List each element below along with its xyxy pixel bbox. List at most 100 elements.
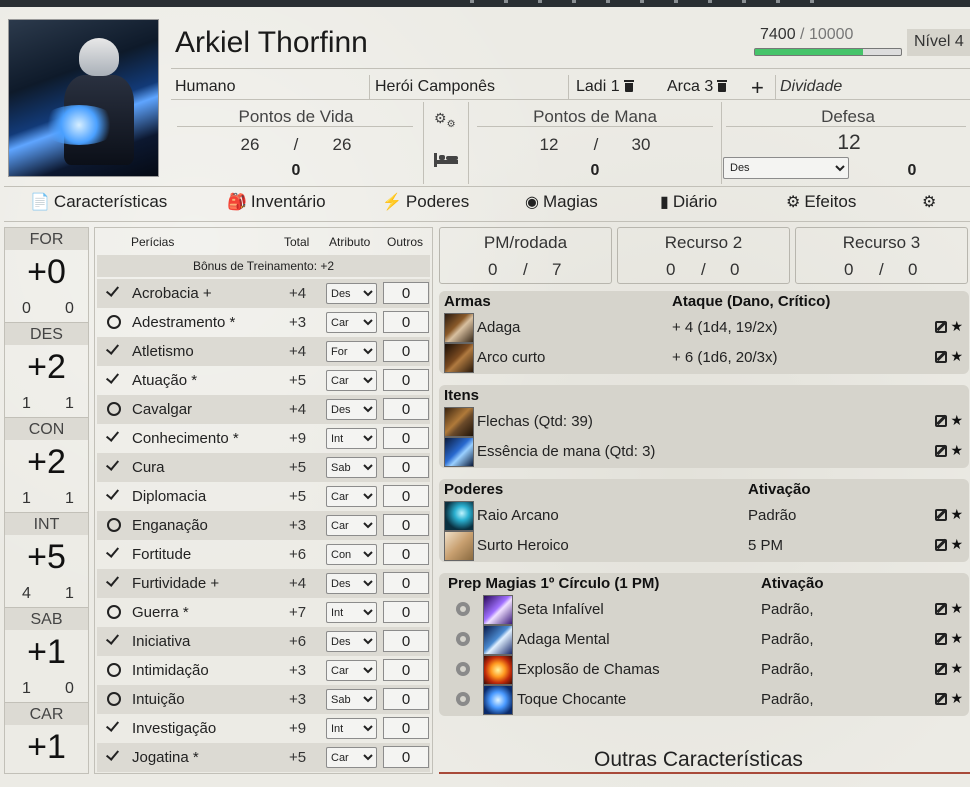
skill-other-input[interactable]: 0 <box>383 369 429 391</box>
attribute-bonus[interactable]: 1 <box>65 490 74 508</box>
power-row[interactable]: Raio Arcano Padrão ★ <box>443 501 965 531</box>
skill-row[interactable]: Atuação * +5 Car 0 <box>97 366 430 395</box>
skill-other-input[interactable]: 0 <box>383 282 429 304</box>
skill-attribute-select[interactable]: Int <box>326 718 377 739</box>
untrained-circle-icon[interactable] <box>107 315 121 329</box>
rest-bed-icon[interactable] <box>434 153 458 167</box>
spell-row[interactable]: Toque Chocante Padrão, ★ <box>443 685 965 715</box>
skill-other-input[interactable]: 0 <box>383 340 429 362</box>
edit-icon[interactable] <box>935 351 947 363</box>
spell-row[interactable]: Explosão de Chamas Padrão, ★ <box>443 655 965 685</box>
skill-other-input[interactable]: 0 <box>383 514 429 536</box>
skill-row[interactable]: Atletismo +4 For 0 <box>97 337 430 366</box>
skill-row[interactable]: Jogatina * +5 Car 0 <box>97 743 430 772</box>
mp-current[interactable]: 12 <box>529 135 569 155</box>
skill-other-input[interactable]: 0 <box>383 543 429 565</box>
untrained-circle-icon[interactable] <box>107 663 121 677</box>
weapon-row[interactable]: Arco curto + 6 (1d6, 20/3x) ★ <box>443 343 965 373</box>
resource-max[interactable]: 0 <box>730 260 739 280</box>
resource-2[interactable]: Recurso 2 0 / 0 <box>617 227 790 284</box>
skill-attribute-select[interactable]: Car <box>326 312 377 333</box>
skill-other-input[interactable]: 0 <box>383 688 429 710</box>
hp-max[interactable]: 26 <box>322 135 362 155</box>
skill-attribute-select[interactable]: Des <box>326 573 377 594</box>
skill-row[interactable]: Enganação +3 Car 0 <box>97 511 430 540</box>
resource-max[interactable]: 7 <box>552 260 561 280</box>
skill-attribute-select[interactable]: Int <box>326 428 377 449</box>
prepare-gear-icon[interactable] <box>456 632 470 646</box>
skill-other-input[interactable]: 0 <box>383 311 429 333</box>
attribute-value[interactable]: +1 <box>5 728 88 767</box>
star-icon[interactable]: ★ <box>950 536 963 553</box>
hp-temp[interactable]: 0 <box>276 162 316 180</box>
trained-check-icon[interactable] <box>105 457 120 471</box>
attribute-base[interactable]: 1 <box>22 395 31 413</box>
skill-attribute-select[interactable]: Car <box>326 747 377 768</box>
star-icon[interactable]: ★ <box>950 630 963 647</box>
skill-row[interactable]: Conhecimento * +9 Int 0 <box>97 424 430 453</box>
resource-current[interactable]: 0 <box>666 260 675 280</box>
skill-attribute-select[interactable]: Des <box>326 399 377 420</box>
skill-row[interactable]: Adestramento * +3 Car 0 <box>97 308 430 337</box>
star-icon[interactable]: ★ <box>950 442 963 459</box>
attribute-car[interactable]: CAR +1 <box>5 703 88 787</box>
attribute-value[interactable]: +2 <box>5 348 88 387</box>
attribute-value[interactable]: +1 <box>5 633 88 672</box>
trained-check-icon[interactable] <box>105 573 120 587</box>
prepare-gear-icon[interactable] <box>456 662 470 676</box>
resource-3[interactable]: Recurso 3 0 / 0 <box>795 227 968 284</box>
trained-check-icon[interactable] <box>105 341 120 355</box>
star-icon[interactable]: ★ <box>950 348 963 365</box>
hp-current[interactable]: 26 <box>230 135 270 155</box>
skill-other-input[interactable]: 0 <box>383 717 429 739</box>
edit-icon[interactable] <box>935 509 947 521</box>
trash-icon[interactable] <box>717 80 728 92</box>
gears-icon[interactable]: ⚙⚙ <box>434 110 456 130</box>
star-icon[interactable]: ★ <box>950 690 963 707</box>
attribute-bonus[interactable]: 1 <box>65 585 74 603</box>
trash-icon[interactable] <box>623 80 634 92</box>
skill-attribute-select[interactable]: Car <box>326 486 377 507</box>
level-badge[interactable]: Nível 4 <box>907 29 970 56</box>
attribute-base[interactable]: 1 <box>22 680 31 698</box>
attribute-bonus[interactable]: 0 <box>65 300 74 318</box>
trained-check-icon[interactable] <box>105 747 120 761</box>
edit-icon[interactable] <box>935 415 947 427</box>
skill-other-input[interactable]: 0 <box>383 485 429 507</box>
tab-inventario[interactable]: 🎒 Inventário <box>227 192 326 212</box>
skill-row[interactable]: Guerra * +7 Int 0 <box>97 598 430 627</box>
attribute-value[interactable]: +0 <box>5 253 88 292</box>
star-icon[interactable]: ★ <box>950 660 963 677</box>
tab-settings[interactable]: ⚙ <box>922 192 940 212</box>
edit-icon[interactable] <box>935 693 947 705</box>
power-row[interactable]: Surto Heroico 5 PM ★ <box>443 531 965 561</box>
spell-row[interactable]: Adaga Mental Padrão, ★ <box>443 625 965 655</box>
skill-attribute-select[interactable]: Int <box>326 602 377 623</box>
skill-attribute-select[interactable]: Des <box>326 631 377 652</box>
tab-diario[interactable]: ▮ Diário <box>660 192 717 212</box>
trained-check-icon[interactable] <box>105 631 120 645</box>
skill-other-input[interactable]: 0 <box>383 572 429 594</box>
attribute-value[interactable]: +2 <box>5 443 88 482</box>
edit-icon[interactable] <box>935 539 947 551</box>
skill-attribute-select[interactable]: Sab <box>326 457 377 478</box>
skill-row[interactable]: Furtividade + +4 Des 0 <box>97 569 430 598</box>
origin-field[interactable]: Herói Camponês <box>375 78 495 96</box>
skill-attribute-select[interactable]: Car <box>326 660 377 681</box>
untrained-circle-icon[interactable] <box>107 402 121 416</box>
defense-attribute-select[interactable]: Des <box>723 157 849 179</box>
resource-max[interactable]: 0 <box>908 260 917 280</box>
trained-check-icon[interactable] <box>105 718 120 732</box>
edit-icon[interactable] <box>935 663 947 675</box>
trained-check-icon[interactable] <box>105 370 120 384</box>
race-field[interactable]: Humano <box>175 78 235 96</box>
skill-row[interactable]: Cavalgar +4 Des 0 <box>97 395 430 424</box>
star-icon[interactable]: ★ <box>950 506 963 523</box>
trained-check-icon[interactable] <box>105 486 120 500</box>
skill-row[interactable]: Fortitude +6 Con 0 <box>97 540 430 569</box>
skill-attribute-select[interactable]: Con <box>326 544 377 565</box>
edit-icon[interactable] <box>935 445 947 457</box>
attribute-value[interactable]: +5 <box>5 538 88 577</box>
item-row[interactable]: Essência de mana (Qtd: 3) ★ <box>443 437 965 467</box>
skill-attribute-select[interactable]: Sab <box>326 689 377 710</box>
